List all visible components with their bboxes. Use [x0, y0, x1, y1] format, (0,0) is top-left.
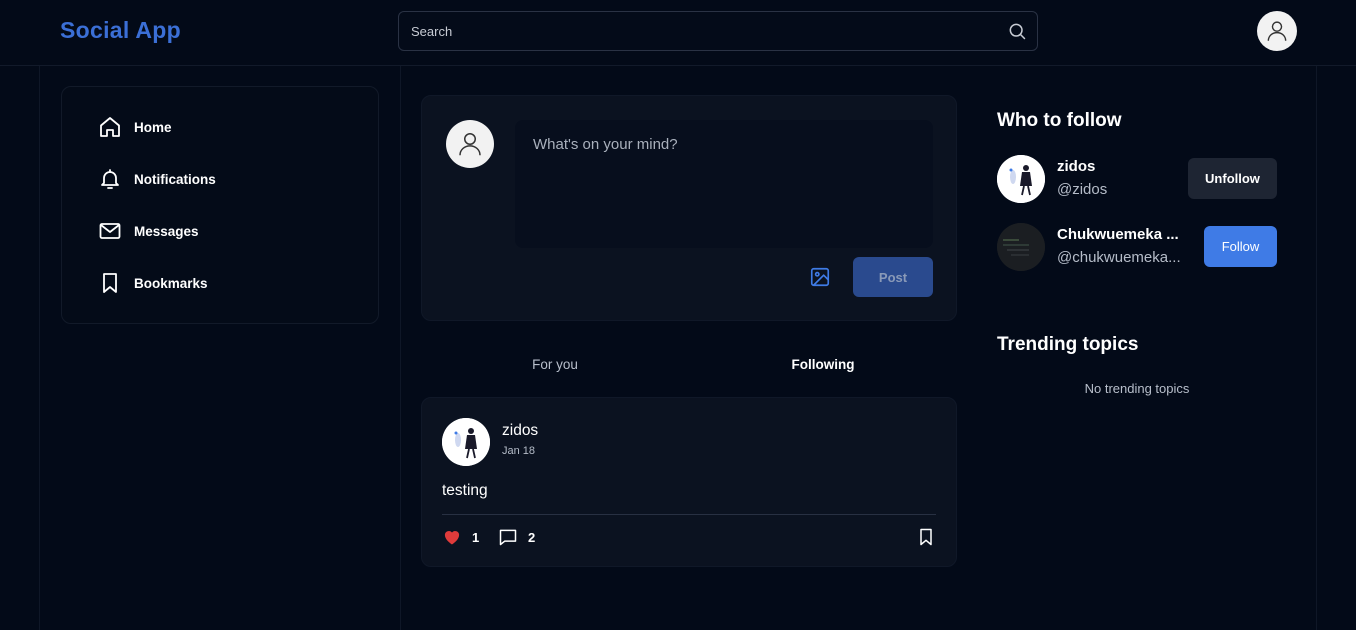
post-body: testing [442, 482, 488, 499]
sidebar-item-bookmarks[interactable]: Bookmarks [98, 270, 358, 296]
like-button[interactable]: 1 [442, 527, 479, 547]
post-composer: Post [421, 95, 957, 321]
trending-topics-title: Trending topics [997, 334, 1139, 355]
post-textarea[interactable] [515, 120, 933, 248]
sidebar-nav: Home Notifications Messages Bookmarks [61, 86, 379, 324]
follow-user-avatar[interactable] [997, 223, 1045, 271]
sidebar-item-home[interactable]: Home [98, 114, 358, 140]
sidebar-item-messages[interactable]: Messages [98, 218, 358, 244]
post-divider [442, 514, 936, 515]
layout-divider-left [39, 66, 40, 630]
user-icon [1267, 21, 1287, 41]
follow-user-avatar[interactable] [997, 155, 1045, 203]
author-illustration-icon [997, 155, 1045, 203]
screenshot-thumbnail-icon [997, 223, 1045, 271]
sidebar-item-notifications[interactable]: Notifications [98, 166, 358, 192]
mail-icon [99, 223, 121, 239]
follow-button[interactable]: Follow [1204, 226, 1277, 267]
bookmark-icon [103, 273, 117, 293]
search-input[interactable] [399, 12, 999, 50]
comment-button[interactable]: 2 [498, 527, 535, 547]
comment-icon [499, 529, 517, 546]
image-upload-icon[interactable] [809, 266, 831, 288]
who-to-follow-title: Who to follow [997, 110, 1122, 131]
follow-suggestion: Chukwuemeka ... @chukwuemeka... Follow [997, 223, 1277, 271]
post-button[interactable]: Post [853, 257, 933, 297]
search-icon[interactable] [1007, 21, 1027, 41]
follow-suggestion: zidos @zidos Unfollow [997, 155, 1277, 203]
layout-divider-center [400, 66, 401, 630]
heart-icon [444, 531, 460, 545]
sidebar-item-label: Bookmarks [134, 275, 208, 291]
bell-icon [101, 169, 119, 189]
unfollow-button[interactable]: Unfollow [1188, 158, 1277, 199]
user-icon [459, 133, 481, 156]
user-avatar[interactable] [1257, 11, 1297, 51]
sidebar-item-label: Notifications [134, 171, 216, 187]
composer-avatar [446, 120, 494, 168]
sidebar-item-label: Messages [134, 223, 199, 239]
tab-for-you[interactable]: For you [421, 348, 689, 382]
tab-following[interactable]: Following [689, 348, 957, 382]
no-trending-message: No trending topics [1084, 381, 1190, 396]
feed-tabs: For you Following [421, 348, 957, 382]
post-card: zidos Jan 18 testing 1 2 [421, 397, 957, 567]
comment-count: 2 [528, 529, 536, 545]
search-box[interactable] [398, 11, 1038, 51]
layout-divider-right [1316, 66, 1317, 630]
post-author-name[interactable]: zidos [502, 422, 538, 440]
sidebar-item-label: Home [134, 119, 172, 135]
post-date: Jan 18 [502, 445, 536, 457]
app-logo[interactable]: Social App [60, 17, 181, 44]
follow-user-name[interactable]: Chukwuemeka ... [1057, 226, 1185, 243]
follow-user-handle: @zidos [1057, 181, 1108, 198]
author-illustration-icon [442, 418, 490, 466]
top-bar: Social App [0, 0, 1356, 66]
bookmark-post-icon[interactable] [916, 527, 936, 547]
like-count: 1 [472, 529, 480, 545]
follow-user-handle: @chukwuemeka... [1057, 249, 1181, 266]
follow-user-name[interactable]: zidos [1057, 158, 1185, 175]
home-icon [100, 117, 120, 137]
post-author-avatar[interactable] [442, 418, 490, 466]
